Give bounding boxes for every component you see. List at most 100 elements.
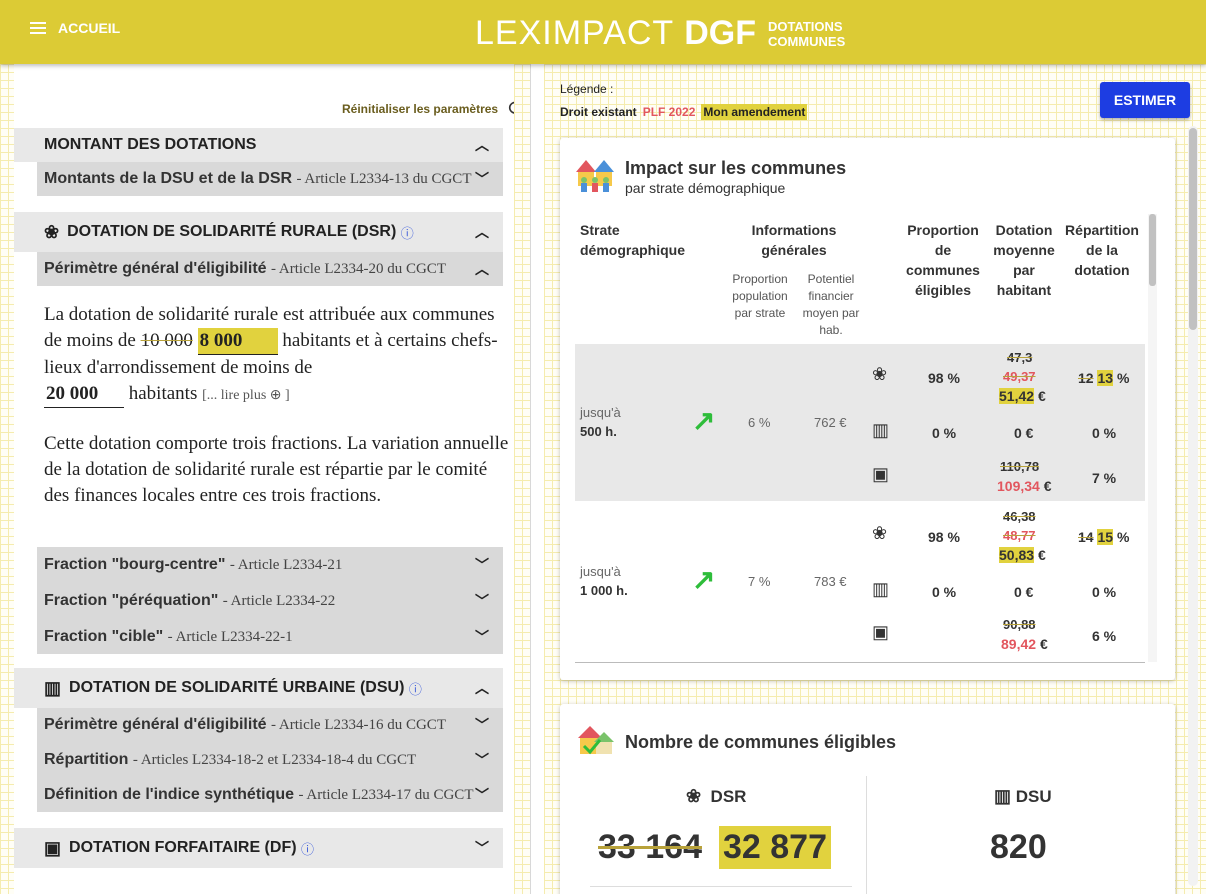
eligibles-title: Nombre de communes éligibles bbox=[625, 732, 897, 752]
section-title: DOTATION FORFAITAIRE (DF) bbox=[69, 839, 297, 856]
legend-title: Légende : bbox=[560, 82, 614, 96]
dsr-icon: ❀ bbox=[686, 786, 702, 806]
reset-parameters-button[interactable]: Réinitialiser les paramètres ⟳ bbox=[342, 96, 525, 121]
fraction-cible[interactable]: Fraction "cible" - Article L2334-22-1 ﹀ bbox=[37, 619, 503, 654]
dsr-perimetre-text: La dotation de solidarité rurale est att… bbox=[44, 302, 509, 409]
legend-droit-existant: Droit existant bbox=[560, 105, 637, 119]
logo-subtitle: DOTATIONS COMMUNES bbox=[767, 18, 846, 49]
parameters-panel: Réinitialiser les paramètres ⟳ MONTANT D… bbox=[14, 64, 530, 894]
df-dot-plf: 89,42 € bbox=[1001, 636, 1048, 652]
dsr-dot-plf: 48,77 bbox=[1003, 528, 1036, 543]
impact-card: Impact sur les communes par strate démog… bbox=[560, 138, 1175, 680]
chevron-down-icon: ﹀ bbox=[475, 840, 489, 856]
old-threshold-value: 10 000 bbox=[140, 330, 193, 351]
header-dot-moy: Dotation moyenne par habitant bbox=[993, 222, 1055, 298]
strate-value: 1 000 h. bbox=[580, 583, 628, 598]
dsr-dot-amd: 50,83 € bbox=[999, 547, 1046, 563]
dsu-count-label: ▥ DSU bbox=[994, 786, 1052, 806]
dsr-rep-value: 14 15 % bbox=[1078, 529, 1130, 545]
dsu-repartition-item[interactable]: Répartition - Articles L2334-18-2 et L23… bbox=[37, 742, 503, 778]
article-ref: - Article L2334-13 du CGCT bbox=[296, 171, 472, 187]
table-row bbox=[575, 344, 1145, 501]
estimer-button[interactable]: ESTIMER bbox=[1100, 82, 1190, 118]
header-prop-elig: Proportion de communes éligibles bbox=[906, 222, 980, 298]
app-logo: LEXIMPACT DGF DOTATIONS COMMUNES bbox=[475, 14, 845, 53]
chevron-down-icon: ﹀ bbox=[475, 787, 489, 803]
section-montant-header[interactable]: MONTANT DES DOTATIONS ︿ bbox=[14, 128, 503, 162]
dsu-rep-value: 0 % bbox=[1092, 425, 1117, 441]
panel-divider bbox=[530, 64, 544, 894]
chevron-down-icon: ﹀ bbox=[475, 171, 489, 187]
dsu-items-list: Périmètre général d'éligibilité - Articl… bbox=[37, 708, 503, 812]
prop-pop-value: 6 % bbox=[748, 415, 771, 430]
section-title: MONTANT DES DOTATIONS bbox=[44, 136, 257, 153]
impact-title: Impact sur les communes bbox=[625, 158, 847, 178]
section-title: DOTATION DE SOLIDARITÉ URBAINE (DSU) bbox=[69, 679, 405, 696]
column-divider bbox=[866, 776, 867, 894]
chef-lieu-threshold-input[interactable]: 20 000 bbox=[44, 381, 124, 408]
reset-label: Réinitialiser les paramètres bbox=[342, 101, 499, 116]
header-repart: Répartition de la dotation bbox=[1065, 222, 1139, 278]
dsr-dot-old: 46,38 bbox=[1003, 509, 1036, 524]
table-scrollbar[interactable] bbox=[1148, 214, 1157, 662]
dsu-dot-value: 0 € bbox=[1014, 425, 1034, 441]
strate-value: 500 h. bbox=[580, 424, 617, 439]
dsr-dot-amd: 51,42 € bbox=[999, 388, 1046, 404]
strate-label: jusqu'à bbox=[580, 405, 621, 420]
chevron-up-icon: ︿ bbox=[475, 137, 489, 153]
dsu-perimetre-item[interactable]: Périmètre général d'éligibilité - Articl… bbox=[37, 708, 503, 742]
houses-icon bbox=[574, 154, 616, 194]
section-df-header[interactable]: ▣ DOTATION FORFAITAIRE (DF) ⓘ ﹀ bbox=[14, 828, 503, 868]
chevron-down-icon: ﹀ bbox=[475, 717, 489, 733]
hamburger-icon bbox=[30, 22, 46, 34]
df-rep-value: 7 % bbox=[1092, 470, 1117, 486]
header-potentiel: Potentiel financier moyen par hab. bbox=[802, 272, 860, 337]
eligibles-card: Nombre de communes éligibles ❀ DSR 33 16… bbox=[560, 704, 1175, 894]
df-rep-value: 6 % bbox=[1092, 628, 1117, 644]
fraction-perequation[interactable]: Fraction "péréquation" - Article L2334-2… bbox=[37, 583, 503, 619]
help-icon[interactable]: ⓘ bbox=[401, 223, 414, 242]
read-more-link[interactable]: [... lire plus ⊕ ] bbox=[202, 388, 290, 403]
df-dot-old: 110,78 bbox=[1000, 459, 1040, 474]
dsr-perimetre-item[interactable]: Périmètre général d'éligibilité - Articl… bbox=[37, 252, 503, 286]
impact-subtitle: par strate démographique bbox=[625, 180, 786, 196]
dsu-count-value: 820 bbox=[990, 828, 1047, 866]
fraction-bourg-centre[interactable]: Fraction "bourg-centre" - Article L2334-… bbox=[37, 547, 503, 583]
building-icon: ▥ bbox=[994, 786, 1012, 806]
app-header: ACCUEIL LEXIMPACT DGF DOTATIONS COMMUNES bbox=[0, 0, 1206, 64]
dsr-fractions-text: Cette dotation comporte trois fractions.… bbox=[44, 433, 509, 506]
dsr-count-old: 33 164 bbox=[598, 828, 702, 866]
dsu-rep-value: 0 % bbox=[1092, 584, 1117, 600]
dsr-elig-value: 98 % bbox=[928, 370, 960, 386]
dsr-icon: ❀ bbox=[872, 523, 888, 543]
potentiel-value: 762 € bbox=[814, 415, 847, 430]
briefcase-icon: ▣ bbox=[44, 837, 62, 858]
dsr-dot-plf: 49,37 bbox=[1003, 369, 1036, 384]
header-prop-pop: Proportion population par strate bbox=[732, 272, 788, 320]
dsr-count-label: ❀ DSR bbox=[686, 786, 747, 806]
dsr-count-new: 32 877 bbox=[719, 826, 831, 869]
prop-pop-value: 7 % bbox=[748, 574, 771, 589]
menu-button[interactable]: ACCUEIL bbox=[30, 20, 120, 36]
section-title: DOTATION DE SOLIDARITÉ RURALE (DSR) bbox=[67, 223, 397, 240]
legend-amendement: Mon amendement bbox=[701, 104, 808, 120]
section-dsr-header[interactable]: ❀ DOTATION DE SOLIDARITÉ RURALE (DSR) ⓘ ︿ bbox=[14, 212, 503, 252]
help-icon[interactable]: ⓘ bbox=[409, 679, 422, 698]
chevron-down-icon: ﹀ bbox=[475, 557, 489, 573]
header-strate: Strate démographique bbox=[580, 222, 686, 258]
page-scrollbar[interactable] bbox=[1188, 126, 1198, 886]
chevron-up-icon: ︿ bbox=[475, 224, 489, 240]
dsu-indice-item[interactable]: Définition de l'indice synthétique - Art… bbox=[37, 778, 503, 812]
threshold-input[interactable]: 8 000 bbox=[197, 328, 278, 355]
building-icon: ▥ bbox=[872, 579, 890, 599]
section-dsu-header[interactable]: ▥ DOTATION DE SOLIDARITÉ URBAINE (DSU) ⓘ … bbox=[14, 668, 503, 708]
legend: Légende : Droit existant PLF 2022 Mon am… bbox=[560, 82, 808, 120]
briefcase-icon: ▣ bbox=[872, 464, 890, 484]
dsr-elig-value: 98 % bbox=[928, 529, 960, 545]
arrow-up-right-icon: ↗ bbox=[692, 405, 716, 436]
menu-label: ACCUEIL bbox=[58, 20, 121, 36]
help-icon[interactable]: ⓘ bbox=[301, 839, 314, 858]
montants-dsu-dsr-item[interactable]: Montants de la DSU et de la DSR - Articl… bbox=[37, 162, 503, 196]
chevron-up-icon: ︿ bbox=[475, 680, 489, 696]
dsu-elig-value: 0 % bbox=[932, 584, 957, 600]
